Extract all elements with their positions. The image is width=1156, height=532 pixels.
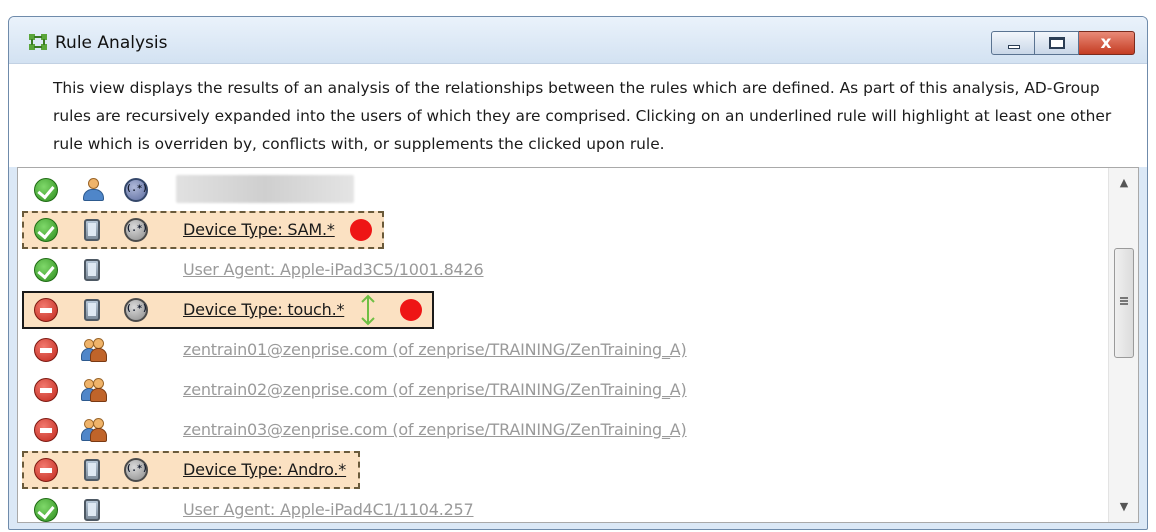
regex-icon: (.*)	[124, 298, 148, 322]
no-entry-icon	[34, 458, 58, 482]
redacted-name	[176, 175, 354, 203]
red-dot-marker	[350, 219, 373, 241]
grip-icon	[1120, 297, 1128, 305]
no-entry-icon	[34, 338, 58, 362]
no-entry-icon	[34, 378, 58, 402]
rule-link[interactable]: User Agent: Apple-iPad4C1/1104.257	[183, 500, 474, 519]
title-bar[interactable]: Rule Analysis x	[9, 17, 1147, 63]
regex-icon: (.*)	[124, 458, 148, 482]
rule-link[interactable]: Device Type: Andro.*	[183, 460, 346, 479]
no-entry-icon	[34, 418, 58, 442]
user-group-icon	[81, 338, 107, 362]
check-circle-icon	[34, 498, 58, 522]
regex-icon: (.*)	[124, 218, 148, 242]
rule-row[interactable]: zentrain01@zenprise.com (of zenprise/TRA…	[18, 330, 1118, 370]
rule-row: (.*)	[18, 170, 1118, 210]
no-entry-icon	[34, 298, 58, 322]
description-panel: This view displays the results of an ana…	[9, 63, 1147, 167]
rule-link[interactable]: zentrain03@zenprise.com (of zenprise/TRA…	[183, 420, 687, 439]
check-circle-icon	[34, 178, 58, 202]
up-down-arrow-icon	[361, 294, 375, 326]
regex-icon: (.*)	[124, 178, 148, 202]
minimize-icon	[1008, 45, 1020, 49]
close-icon: x	[1100, 33, 1112, 53]
rule-list[interactable]: ▲ ▼ (.*) (.*) Device Type: SAM.* User Agent…	[17, 167, 1139, 523]
rule-row[interactable]: (.*) Device Type: SAM.*	[18, 210, 1118, 250]
rule-row[interactable]: (.*) Device Type: touch.*	[18, 290, 1118, 330]
rule-link[interactable]: zentrain01@zenprise.com (of zenprise/TRA…	[183, 340, 687, 359]
device-icon	[84, 299, 100, 321]
description-text: This view displays the results of an ana…	[53, 79, 1112, 153]
device-icon	[84, 459, 100, 481]
rule-row[interactable]: User Agent: Apple-iPad3C5/1001.8426	[18, 250, 1118, 290]
rule-row[interactable]: User Agent: Apple-iPad4C1/1104.257	[18, 490, 1118, 529]
rule-link[interactable]: zentrain02@zenprise.com (of zenprise/TRA…	[183, 380, 687, 399]
maximize-icon	[1049, 37, 1065, 49]
minimize-button[interactable]	[991, 31, 1035, 55]
rule-link[interactable]: Device Type: SAM.*	[183, 220, 335, 239]
rule-row[interactable]: zentrain02@zenprise.com (of zenprise/TRA…	[18, 370, 1118, 410]
rule-analysis-icon	[29, 34, 47, 50]
rule-analysis-window: Rule Analysis x This view displays the r…	[8, 16, 1148, 530]
user-group-icon	[81, 418, 107, 442]
rule-row[interactable]: zentrain03@zenprise.com (of zenprise/TRA…	[18, 410, 1118, 450]
rule-link[interactable]: Device Type: touch.*	[183, 300, 344, 319]
device-icon	[84, 499, 100, 521]
user-icon	[81, 178, 105, 202]
device-icon	[84, 219, 100, 241]
rule-row[interactable]: (.*) Device Type: Andro.*	[18, 450, 1118, 490]
close-button[interactable]: x	[1079, 31, 1135, 55]
window-title: Rule Analysis	[55, 33, 168, 53]
red-dot-marker	[400, 299, 423, 321]
device-icon	[84, 259, 100, 281]
check-circle-icon	[34, 258, 58, 282]
rule-link[interactable]: User Agent: Apple-iPad3C5/1001.8426	[183, 260, 484, 279]
user-group-icon	[81, 378, 107, 402]
maximize-button[interactable]	[1035, 31, 1079, 55]
check-circle-icon	[34, 218, 58, 242]
